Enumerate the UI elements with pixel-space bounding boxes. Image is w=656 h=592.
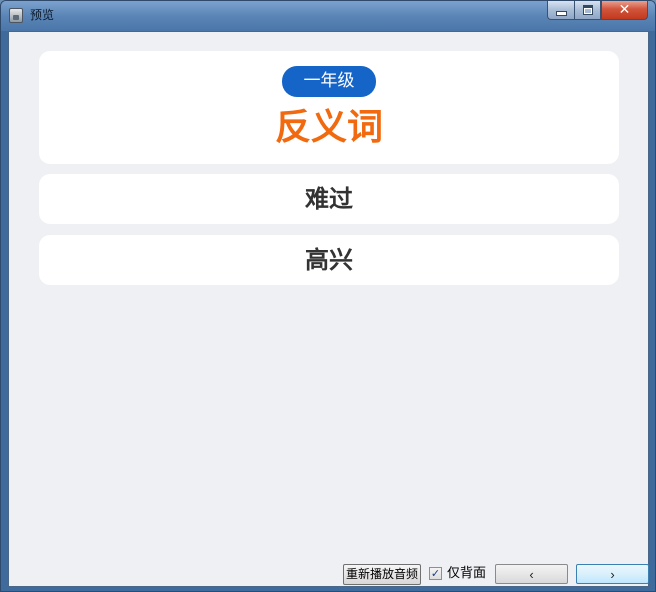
preview-window: 预览 ✕ 一年级 反义词 难过 高兴 重新播放音频 ✓ 仅背面 ‹ › — [0, 0, 656, 592]
maximize-button[interactable] — [574, 1, 601, 20]
maximize-icon — [582, 5, 593, 15]
chevron-right-icon: › — [610, 567, 615, 582]
window-title: 预览 — [30, 8, 55, 22]
word-card: 难过 — [39, 174, 619, 224]
previous-button[interactable]: ‹ — [495, 564, 568, 584]
next-button[interactable]: › — [576, 564, 649, 584]
close-icon: ✕ — [618, 2, 631, 18]
back-only-label[interactable]: 仅背面 — [447, 565, 486, 582]
word-card: 高兴 — [39, 235, 619, 285]
grade-badge: 一年级 — [282, 66, 376, 97]
title-bar[interactable]: 预览 ✕ — [1, 1, 655, 31]
minimize-icon — [555, 10, 567, 16]
card-heading: 反义词 — [274, 107, 383, 148]
app-icon[interactable] — [9, 8, 23, 23]
title-card: 一年级 反义词 — [39, 51, 619, 164]
back-only-checkbox[interactable]: ✓ — [429, 567, 442, 580]
replay-audio-button[interactable]: 重新播放音频 — [343, 564, 421, 585]
minimize-button[interactable] — [547, 1, 574, 20]
bottom-toolbar: 重新播放音频 ✓ 仅背面 ‹ › — [9, 562, 649, 586]
chevron-left-icon: ‹ — [529, 567, 534, 582]
close-button[interactable]: ✕ — [601, 1, 648, 20]
content-area: 一年级 反义词 难过 高兴 重新播放音频 ✓ 仅背面 ‹ › — [8, 31, 649, 587]
window-controls: ✕ — [547, 1, 648, 21]
